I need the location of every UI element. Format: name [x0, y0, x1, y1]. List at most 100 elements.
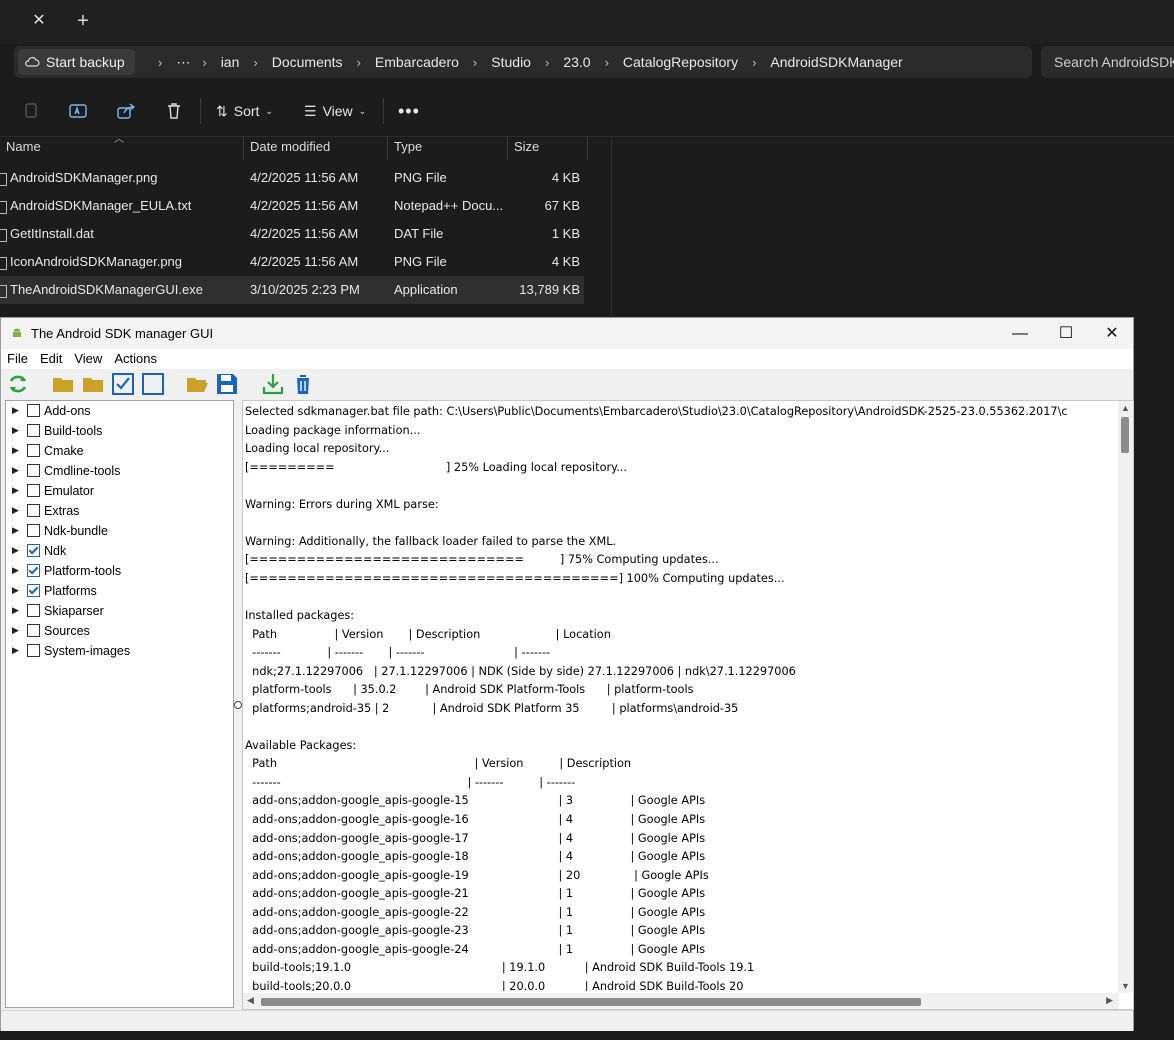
splitter-handle[interactable] [234, 701, 242, 709]
refresh-icon[interactable] [6, 372, 30, 396]
checkbox-checked[interactable] [27, 544, 40, 557]
checkbox[interactable] [27, 404, 40, 417]
expand-arrow-icon[interactable]: ▶ [12, 405, 19, 416]
window-title: The Android SDK manager GUI [31, 326, 214, 341]
tree-node-build-tools[interactable]: ▶ Build-tools [6, 421, 231, 441]
maximize-icon[interactable]: ☐ [1043, 318, 1089, 349]
file-size: 13,789 KB [519, 282, 580, 297]
column-name[interactable]: Name [0, 136, 244, 160]
tree-node-sources[interactable]: ▶ Sources [6, 621, 231, 641]
tree-node-emulator[interactable]: ▶ Emulator [6, 481, 231, 501]
checkbox[interactable] [27, 604, 40, 617]
menu-file[interactable]: File [1, 349, 34, 369]
log-line: add-ons;addon-google_apis-google-16 | 4 … [245, 813, 706, 827]
breadcrumb-version[interactable]: 23.0 [563, 54, 590, 70]
file-row-selected[interactable]: TheAndroidSDKManagerGUI.exe 3/10/2025 2:… [0, 276, 584, 304]
expand-arrow-icon[interactable]: ▶ [12, 445, 19, 456]
minimize-icon[interactable]: — [997, 318, 1043, 349]
tree-node-cmdline-tools[interactable]: ▶ Cmdline-tools [6, 461, 231, 481]
column-date-modified[interactable]: Date modified [244, 136, 388, 160]
expand-arrow-icon[interactable]: ▶ [12, 425, 19, 436]
expand-arrow-icon[interactable]: ▶ [12, 645, 19, 656]
checkbox[interactable] [27, 444, 40, 457]
ellipsis-icon[interactable]: ⋯ [176, 54, 190, 71]
rename-icon[interactable] [67, 100, 89, 122]
close-tab-icon[interactable]: ✕ [28, 10, 50, 32]
address-bar[interactable]: Start backup › ⋯ › ian › Documents › Emb… [14, 46, 1032, 78]
title-bar[interactable]: The Android SDK manager GUI — ☐ ✕ [1, 318, 1133, 349]
breadcrumb-studio[interactable]: Studio [491, 54, 531, 70]
expand-arrow-icon[interactable]: ▶ [12, 505, 19, 516]
tree-node-extras[interactable]: ▶ Extras [6, 501, 231, 521]
scroll-thumb[interactable] [1121, 417, 1129, 453]
folder-icon[interactable] [51, 372, 75, 396]
breadcrumb-androidsdkmanager[interactable]: AndroidSDKManager [770, 54, 902, 70]
checkbox[interactable] [27, 484, 40, 497]
save-icon[interactable] [215, 372, 239, 396]
uncheck-all-icon[interactable] [141, 372, 165, 396]
expand-arrow-icon[interactable]: ▶ [12, 585, 19, 596]
breadcrumb-documents[interactable]: Documents [272, 54, 343, 70]
checkbox-checked[interactable] [27, 584, 40, 597]
column-type[interactable]: Type [388, 136, 508, 160]
file-row[interactable]: AndroidSDKManager_EULA.txt 4/2/2025 11:5… [0, 192, 584, 220]
view-button[interactable]: ☰ View ⌄ [304, 100, 366, 122]
checkbox[interactable] [27, 624, 40, 637]
expand-arrow-icon[interactable]: ▶ [12, 485, 19, 496]
breadcrumb-catalogrepository[interactable]: CatalogRepository [623, 54, 738, 70]
more-options-icon[interactable]: ••• [398, 100, 420, 122]
checkbox[interactable] [27, 504, 40, 517]
tree-node-ndk[interactable]: ▶ Ndk [6, 541, 231, 561]
tree-node-platform-tools[interactable]: ▶ Platform-tools [6, 561, 231, 581]
tree-node-system-images[interactable]: ▶ System-images [6, 641, 231, 661]
search-input[interactable]: Search AndroidSDKManager [1041, 46, 1174, 78]
scroll-right-icon[interactable]: ▶ [1106, 995, 1113, 1006]
menu-actions[interactable]: Actions [108, 349, 163, 369]
file-row[interactable]: GetItInstall.dat 4/2/2025 11:56 AM DAT F… [0, 220, 584, 248]
start-backup-button[interactable]: Start backup [18, 49, 135, 75]
menu-edit[interactable]: Edit [34, 349, 68, 369]
file-row[interactable]: AndroidSDKManager.png 4/2/2025 11:56 AM … [0, 164, 584, 192]
tree-node-ndk-bundle[interactable]: ▶ Ndk-bundle [6, 521, 231, 541]
breadcrumb-embarcadero[interactable]: Embarcadero [375, 54, 459, 70]
scroll-up-icon[interactable]: ▲ [1121, 403, 1130, 413]
scroll-thumb[interactable] [261, 998, 921, 1006]
new-tab-icon[interactable]: + [72, 10, 94, 32]
expand-arrow-icon[interactable]: ▶ [12, 545, 19, 556]
tree-node-cmake[interactable]: ▶ Cmake [6, 441, 231, 461]
open-folder-icon[interactable] [185, 372, 209, 396]
check-all-icon[interactable] [111, 372, 135, 396]
output-log[interactable]: Selected sdkmanager.bat file path: C:\Us… [242, 400, 1134, 1010]
file-row[interactable]: IconAndroidSDKManager.png 4/2/2025 11:56… [0, 248, 584, 276]
scroll-left-icon[interactable]: ◀ [247, 995, 254, 1006]
expand-arrow-icon[interactable]: ▶ [12, 465, 19, 476]
log-line: add-ons;addon-google_apis-google-22 | 1 … [245, 905, 706, 919]
tree-node-add-ons[interactable]: ▶ Add-ons [6, 401, 231, 421]
checkbox[interactable] [27, 524, 40, 537]
tree-node-skiaparser[interactable]: ▶ Skiaparser [6, 601, 231, 621]
sort-button[interactable]: ⇅ Sort ⌄ [216, 100, 273, 122]
menu-view[interactable]: View [68, 349, 108, 369]
share-icon[interactable] [115, 100, 137, 122]
delete-icon[interactable] [163, 100, 185, 122]
expand-arrow-icon[interactable]: ▶ [12, 565, 19, 576]
breadcrumb-ian[interactable]: ian [221, 54, 240, 70]
expand-arrow-icon[interactable]: ▶ [12, 605, 19, 616]
column-size[interactable]: Size [508, 136, 588, 160]
copy-icon[interactable] [20, 100, 42, 122]
tree-node-label: Ndk-bundle [44, 524, 108, 538]
trash-icon[interactable] [291, 372, 315, 396]
scroll-down-icon[interactable]: ▼ [1121, 981, 1130, 991]
download-icon[interactable] [261, 372, 285, 396]
tree-node-platforms[interactable]: ▶ Platforms [6, 581, 231, 601]
folder-icon[interactable] [81, 372, 105, 396]
checkbox[interactable] [27, 424, 40, 437]
checkbox-checked[interactable] [27, 564, 40, 577]
vertical-scrollbar[interactable]: ▲ ▼ [1118, 401, 1133, 993]
checkbox[interactable] [27, 644, 40, 657]
expand-arrow-icon[interactable]: ▶ [12, 525, 19, 536]
horizontal-scrollbar[interactable]: ◀ ▶ [243, 993, 1119, 1009]
close-icon[interactable]: ✕ [1089, 318, 1135, 349]
checkbox[interactable] [27, 464, 40, 477]
expand-arrow-icon[interactable]: ▶ [12, 625, 19, 636]
